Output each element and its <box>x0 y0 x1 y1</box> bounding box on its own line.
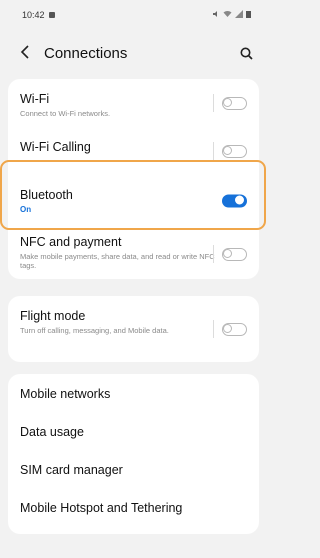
toggle-knob <box>223 145 232 155</box>
page-title: Connections <box>44 44 128 62</box>
toggle-knob <box>223 97 232 107</box>
divider <box>213 94 214 112</box>
divider <box>213 245 214 263</box>
nfc-subtitle: Make mobile payments, share data, and re… <box>20 252 215 270</box>
toggle-knob <box>223 323 232 333</box>
battery-icon <box>246 10 251 20</box>
more-settings-card: Mobile networks Data usage SIM card mana… <box>8 374 259 534</box>
wifi-calling-toggle-wrap <box>213 142 247 161</box>
flight-mode-card: Flight mode Turn off calling, messaging,… <box>8 296 259 362</box>
status-bar: 10:42 <box>0 0 267 30</box>
status-time: 10:42 <box>22 10 45 20</box>
flight-mode-toggle[interactable] <box>222 322 247 336</box>
mute-icon <box>212 10 220 20</box>
divider <box>213 320 214 338</box>
wifi-status-icon <box>223 10 232 20</box>
toggle-knob <box>223 248 232 258</box>
status-icons <box>212 10 251 20</box>
back-arrow-icon <box>20 45 29 59</box>
bluetooth-highlight <box>0 160 266 230</box>
flight-mode-row[interactable]: Flight mode Turn off calling, messaging,… <box>8 296 259 362</box>
flight-mode-subtitle: Turn off calling, messaging, and Mobile … <box>20 326 169 335</box>
signal-icon <box>235 10 243 20</box>
wifi-calling-row[interactable]: Wi-Fi Calling <box>8 127 259 163</box>
search-button[interactable] <box>240 47 253 60</box>
flight-mode-toggle-wrap <box>213 320 247 338</box>
status-left: 10:42 <box>22 10 55 20</box>
list-item-mobile-hotspot[interactable]: Mobile Hotspot and Tethering <box>8 501 259 516</box>
app-header: Connections <box>0 38 267 68</box>
wifi-toggle-wrap <box>213 94 247 112</box>
wifi-toggle[interactable] <box>222 96 247 110</box>
nfc-toggle-wrap <box>213 245 247 263</box>
nfc-toggle[interactable] <box>222 247 247 261</box>
wifi-calling-toggle[interactable] <box>222 144 247 158</box>
nfc-row[interactable]: NFC and payment Make mobile payments, sh… <box>8 229 259 279</box>
list-item-data-usage[interactable]: Data usage <box>8 425 259 440</box>
list-item-mobile-networks[interactable]: Mobile networks <box>8 387 259 402</box>
divider <box>213 142 214 161</box>
wifi-row[interactable]: Wi-Fi Connect to Wi-Fi networks. <box>8 79 259 127</box>
back-button[interactable] <box>20 44 44 62</box>
list-item-sim-card-manager[interactable]: SIM card manager <box>8 463 259 478</box>
search-icon <box>240 47 253 60</box>
notification-icon <box>48 12 55 18</box>
